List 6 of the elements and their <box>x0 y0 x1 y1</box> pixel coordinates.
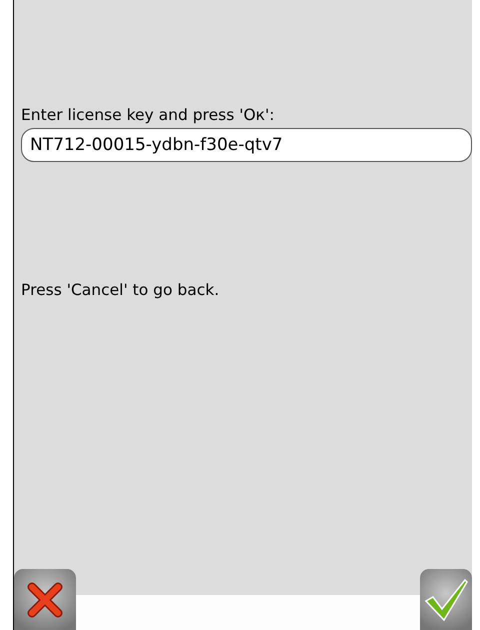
prompt-label: Enter license key and press 'Oк': <box>21 105 276 126</box>
cancel-button[interactable] <box>14 569 76 630</box>
ok-button[interactable] <box>420 569 472 630</box>
checkmark-icon <box>423 576 469 622</box>
license-key-field[interactable]: NT712-00015-ydbn-f30e-qtv7 <box>21 128 472 162</box>
hint-text: Press 'Cancel' to go back. <box>21 280 220 301</box>
